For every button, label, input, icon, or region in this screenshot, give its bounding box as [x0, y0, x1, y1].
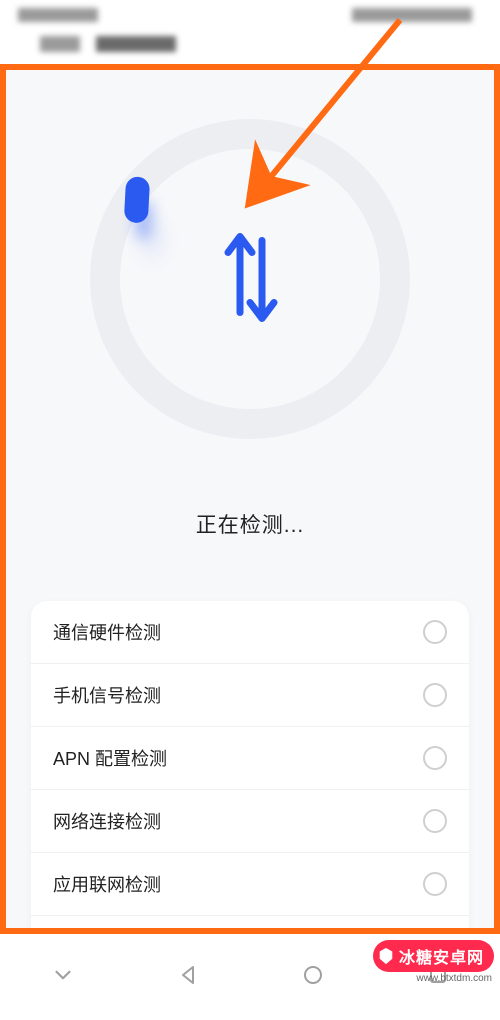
title-bar-blur-2 [96, 36, 176, 52]
watermark-brand: 冰糖安卓网 [373, 940, 494, 972]
mobile-data-icon [218, 227, 282, 332]
check-item-label: 手机信号检测 [53, 682, 161, 708]
pending-status-icon [423, 872, 447, 896]
pending-status-icon [423, 809, 447, 833]
check-item[interactable]: 后台联网检测 [31, 916, 469, 934]
check-item[interactable]: APN 配置检测 [31, 727, 469, 790]
check-list-card: 通信硬件检测 手机信号检测 APN 配置检测 网络连接检测 应用联网检测 后台联… [31, 601, 469, 934]
status-text: 正在检测... [196, 509, 305, 539]
status-bar-blur-left [18, 8, 98, 22]
status-bar [0, 0, 500, 30]
check-item-label: APN 配置检测 [53, 745, 167, 771]
check-item[interactable]: 应用联网检测 [31, 853, 469, 916]
pending-status-icon [423, 746, 447, 770]
check-item-label: 通信硬件检测 [53, 619, 161, 645]
nav-home-icon[interactable] [301, 963, 325, 992]
check-item[interactable]: 网络连接检测 [31, 790, 469, 853]
app-content: 正在检测... 通信硬件检测 手机信号检测 APN 配置检测 网络连接检测 应用… [0, 64, 500, 934]
title-bar [0, 30, 500, 66]
progress-ring [90, 119, 410, 439]
check-item[interactable]: 通信硬件检测 [31, 601, 469, 664]
watermark-url: www.btxtdm.com [416, 973, 492, 984]
nav-collapse-icon[interactable] [50, 962, 76, 993]
watermark-badge: 冰糖安卓网 [373, 940, 494, 972]
check-item-label: 网络连接检测 [53, 808, 161, 834]
status-bar-blur-right [352, 8, 472, 22]
pending-status-icon [423, 620, 447, 644]
title-bar-blur-1 [40, 36, 80, 52]
check-item-label: 应用联网检测 [53, 871, 161, 897]
check-item[interactable]: 手机信号检测 [31, 664, 469, 727]
nav-back-icon[interactable] [177, 963, 201, 992]
pending-status-icon [423, 683, 447, 707]
